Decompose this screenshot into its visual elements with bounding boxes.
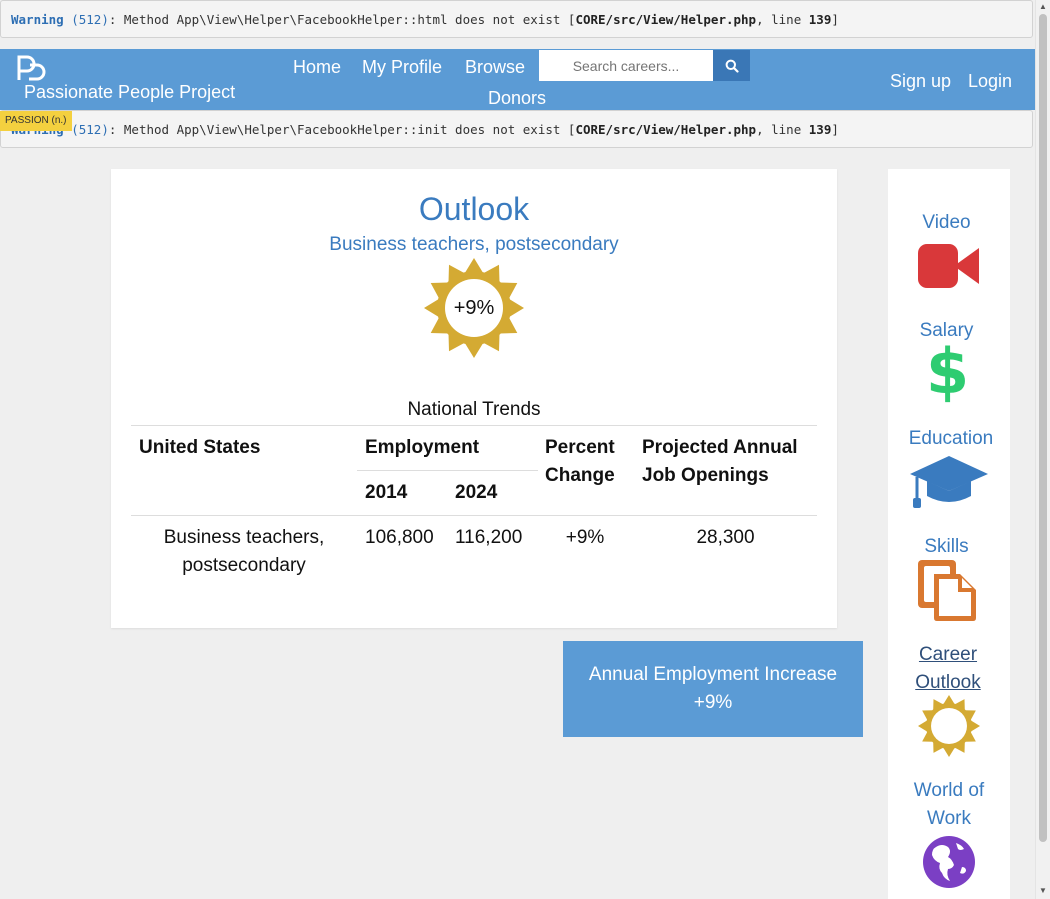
- occupation-line1: Business teachers,: [163, 527, 325, 548]
- globe-icon[interactable]: [922, 835, 976, 894]
- nav-donors[interactable]: Donors: [488, 88, 546, 109]
- video-camera-icon[interactable]: [918, 244, 980, 293]
- sidebar-item-education[interactable]: Education: [896, 425, 1006, 453]
- career-outlook-line2: Outlook: [915, 672, 981, 693]
- scroll-down-icon[interactable]: ▼: [1039, 886, 1047, 895]
- world-of-work-line2: Work: [927, 808, 971, 829]
- graduation-cap-icon[interactable]: [909, 456, 989, 515]
- warning-code: (512): [71, 12, 109, 27]
- php-warning-2: Warning (512): Method App\View\Helper\Fa…: [0, 110, 1033, 148]
- increase-label: Annual Employment Increase: [588, 664, 838, 685]
- warning-text: : Method App\View\Helper\FacebookHelper:…: [108, 12, 576, 27]
- cell-emp-2024: 116,200: [455, 527, 523, 548]
- search-button[interactable]: [713, 50, 750, 81]
- warning-code: (512): [71, 122, 109, 137]
- warning-file: CORE/src/View/Helper.php: [575, 122, 757, 137]
- increase-value: +9%: [693, 692, 733, 713]
- header-bottom-border: [131, 515, 817, 516]
- page-scrollbar[interactable]: ▲ ▼: [1035, 0, 1050, 899]
- row-occupation: Business teachers, postsecondary: [139, 524, 349, 580]
- career-sidebar: Video Salary $ Education Skills Career O…: [888, 169, 1010, 899]
- warning-line-text: , line: [756, 122, 809, 137]
- passion-badge: PASSION (n.): [0, 111, 72, 131]
- warning-text: : Method App\View\Helper\FacebookHelper:…: [108, 122, 576, 137]
- world-of-work-line1: World of: [913, 780, 985, 801]
- header-openings-line1: Projected Annual: [642, 437, 798, 458]
- nav-browse[interactable]: Browse: [465, 57, 525, 78]
- sidebar-item-career-outlook[interactable]: Career Outlook: [902, 641, 994, 697]
- nav-home[interactable]: Home: [293, 57, 341, 78]
- warning-line-text: , line: [756, 12, 809, 27]
- dollar-icon[interactable]: $: [926, 337, 969, 407]
- occupation-line2: postsecondary: [182, 555, 306, 576]
- nav-my-profile[interactable]: My Profile: [362, 57, 442, 78]
- nav-sign-up[interactable]: Sign up: [890, 71, 951, 92]
- warning-close: ]: [831, 122, 839, 137]
- header-job-openings: Projected Annual Job Openings: [642, 434, 798, 490]
- table-caption: National Trends: [407, 399, 541, 420]
- php-warning-1: Warning (512): Method App\View\Helper\Fa…: [0, 0, 1033, 38]
- outlook-sun-badge: +9%: [424, 258, 524, 358]
- warning-label: Warning: [11, 12, 64, 27]
- header-year-2024: 2024: [455, 482, 498, 503]
- outlook-title: Outlook: [418, 191, 530, 227]
- sidebar-item-world-of-work[interactable]: World of Work: [902, 777, 996, 833]
- employment-divider: [357, 470, 538, 471]
- cell-emp-2014: 106,800: [365, 527, 434, 548]
- nav-login[interactable]: Login: [968, 71, 1012, 92]
- brand-name[interactable]: Passionate People Project: [24, 82, 235, 103]
- header-percent-change: Percent Change: [545, 434, 615, 490]
- header-openings-line2: Job Openings: [642, 465, 769, 486]
- documents-icon[interactable]: [918, 560, 980, 627]
- table-top-border: [131, 425, 817, 426]
- header-percent-line1: Percent: [545, 437, 615, 458]
- header-percent-line2: Change: [545, 465, 615, 486]
- search-input[interactable]: [539, 50, 713, 81]
- outlook-card: Outlook Business teachers, postsecondary…: [111, 169, 837, 628]
- header-region: United States: [139, 437, 261, 458]
- sun-icon[interactable]: [918, 695, 980, 762]
- warning-line: 139: [808, 12, 832, 27]
- annual-increase-card: Annual Employment Increase +9%: [563, 641, 863, 737]
- warning-close: ]: [831, 12, 839, 27]
- cell-percent-change: +9%: [565, 527, 605, 548]
- warning-line: 139: [808, 122, 832, 137]
- sidebar-item-video[interactable]: Video: [888, 209, 1005, 237]
- warning-file: CORE/src/View/Helper.php: [575, 12, 757, 27]
- header-year-2014: 2014: [365, 482, 408, 503]
- scroll-up-icon[interactable]: ▲: [1039, 2, 1047, 11]
- sidebar-item-skills[interactable]: Skills: [888, 533, 1005, 561]
- scroll-thumb[interactable]: [1039, 14, 1047, 842]
- header-employment: Employment: [365, 437, 480, 458]
- career-outlook-line1: Career: [918, 644, 978, 665]
- occupation-subtitle: Business teachers, postsecondary: [329, 234, 619, 255]
- cell-job-openings: 28,300: [696, 527, 755, 548]
- navbar: Passionate People Project Home My Profil…: [0, 49, 1035, 110]
- outlook-percent: +9%: [453, 296, 495, 319]
- search-icon: [725, 59, 739, 73]
